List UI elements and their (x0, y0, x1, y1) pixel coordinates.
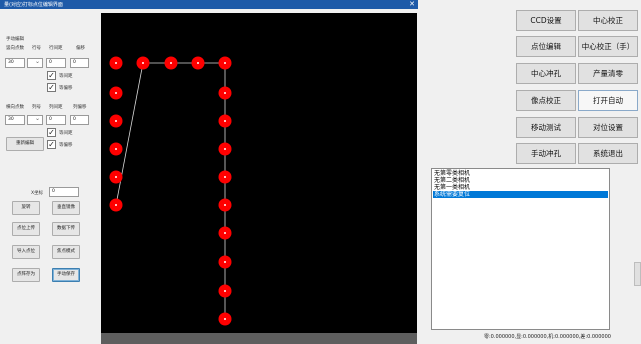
manual-punch-button[interactable]: 手动冲孔 (516, 143, 576, 164)
system-exit-button[interactable]: 系统退出 (578, 143, 638, 164)
point-center (224, 120, 226, 122)
download-data-button[interactable]: 数据下传 (52, 222, 80, 236)
message-log-list[interactable]: 无第零类相机 无第二类相机 无第一类相机 系统需要复位 (431, 168, 610, 330)
point-center (115, 176, 117, 178)
import-points-button[interactable]: 导入点位 (12, 245, 40, 259)
window-title: 量(对应)打标点位编辑界面 (4, 2, 63, 8)
log-item[interactable]: 无第二类相机 (433, 177, 608, 184)
pixel-calibration-button[interactable]: 像点校正 (516, 90, 576, 111)
point-edit-button[interactable]: 点位编辑 (516, 36, 576, 57)
column-offset-input[interactable]: 0 (70, 115, 89, 125)
column-equal-offset-checkbox[interactable]: ✓ (47, 140, 56, 149)
column-number-label: 列号 (32, 105, 41, 110)
reset-output-button[interactable]: 产量清零 (578, 63, 638, 84)
point-center (224, 261, 226, 263)
column-spacing-label: 列间距 (49, 105, 63, 110)
save-matrix-as-button[interactable]: 点阵存为 (12, 268, 40, 282)
path-segment (115, 62, 144, 206)
row-offset-input[interactable]: 0 (70, 58, 89, 68)
row-spacing-input[interactable]: 0 (46, 58, 66, 68)
auto-start-button[interactable]: 打开自动 (578, 90, 638, 111)
canvas-bottom-bar (101, 333, 417, 344)
center-calibration-button[interactable]: 中心校正 (578, 10, 638, 31)
column-equal-spacing-checkbox[interactable]: ✓ (47, 128, 56, 137)
row-equal-offset-checkbox[interactable]: ✓ (47, 83, 56, 92)
point-center (115, 62, 117, 64)
point-center (115, 120, 117, 122)
ccd-settings-button[interactable]: CCD设置 (516, 10, 576, 31)
row-equal-spacing-label: 等间距 (59, 74, 73, 79)
point-center (224, 232, 226, 234)
manual-edit-group-title: 手动编辑 (6, 37, 24, 42)
log-item[interactable]: 无第一类相机 (433, 184, 608, 191)
point-center (115, 148, 117, 150)
column-equal-spacing-label: 等间距 (59, 131, 73, 136)
log-item[interactable]: 无第零类相机 (433, 170, 608, 177)
point-center (224, 62, 226, 64)
row-equal-spacing-checkbox[interactable]: ✓ (47, 71, 56, 80)
vertical-count-label: 竖向点数 (6, 46, 24, 51)
upload-points-button[interactable]: 点位上传 (12, 222, 40, 236)
point-center (142, 62, 144, 64)
manual-save-button[interactable]: 手动保存 (52, 268, 80, 282)
point-center (115, 204, 117, 206)
point-center (224, 148, 226, 150)
window-titlebar[interactable]: 量(对应)打标点位编辑界面 ✕ (0, 0, 418, 9)
horizontal-count-input[interactable]: 30 (5, 115, 25, 125)
x-coord-input[interactable]: 0 (49, 187, 79, 197)
rotate-button[interactable]: 旋转 (12, 201, 40, 215)
coordinate-status-text: 零:0.000000,显:0.000000,机:0.000000,差:0.000… (484, 334, 611, 340)
x-coord-label: X坐标 (31, 191, 44, 196)
column-spacing-input[interactable]: 0 (46, 115, 66, 125)
point-center (170, 62, 172, 64)
close-icon[interactable]: ✕ (409, 0, 415, 8)
row-equal-offset-label: 等偏移 (59, 86, 73, 91)
point-layout-canvas[interactable] (101, 13, 417, 333)
column-equal-offset-label: 等偏移 (59, 143, 73, 148)
redo-edit-button[interactable]: 重新编辑 (6, 137, 44, 151)
column-offset-label: 列偏移 (73, 105, 87, 110)
center-calibration-manual-button[interactable]: 中心校正（手） (578, 36, 638, 57)
horizontal-count-label: 横向点数 (6, 105, 24, 110)
point-center (197, 62, 199, 64)
row-spacing-label: 行间距 (49, 46, 63, 51)
log-item-selected[interactable]: 系统需要复位 (433, 191, 608, 198)
row-number-label: 行号 (32, 46, 41, 51)
side-scroll-handle[interactable] (634, 262, 641, 286)
focus-mode-button[interactable]: 焦点模式 (52, 245, 80, 259)
move-test-button[interactable]: 移动测试 (516, 117, 576, 138)
vertical-mirror-button[interactable]: 垂直镜像 (52, 201, 80, 215)
point-center (224, 176, 226, 178)
column-number-select[interactable] (27, 115, 43, 125)
point-center (224, 204, 226, 206)
point-layout-svg (109, 56, 232, 326)
alignment-settings-button[interactable]: 对位设置 (578, 117, 638, 138)
vertical-count-input[interactable]: 30 (5, 58, 25, 68)
point-center (224, 290, 226, 292)
point-center (224, 318, 226, 320)
point-center (224, 92, 226, 94)
point-center (115, 92, 117, 94)
row-offset-label: 偏移 (76, 46, 85, 51)
center-punch-button[interactable]: 中心冲孔 (516, 63, 576, 84)
point-editor-window: 量(对应)打标点位编辑界面 ✕ 手动编辑 竖向点数 行号 行间距 偏移 30 0… (0, 0, 418, 344)
row-number-select[interactable] (27, 58, 43, 68)
